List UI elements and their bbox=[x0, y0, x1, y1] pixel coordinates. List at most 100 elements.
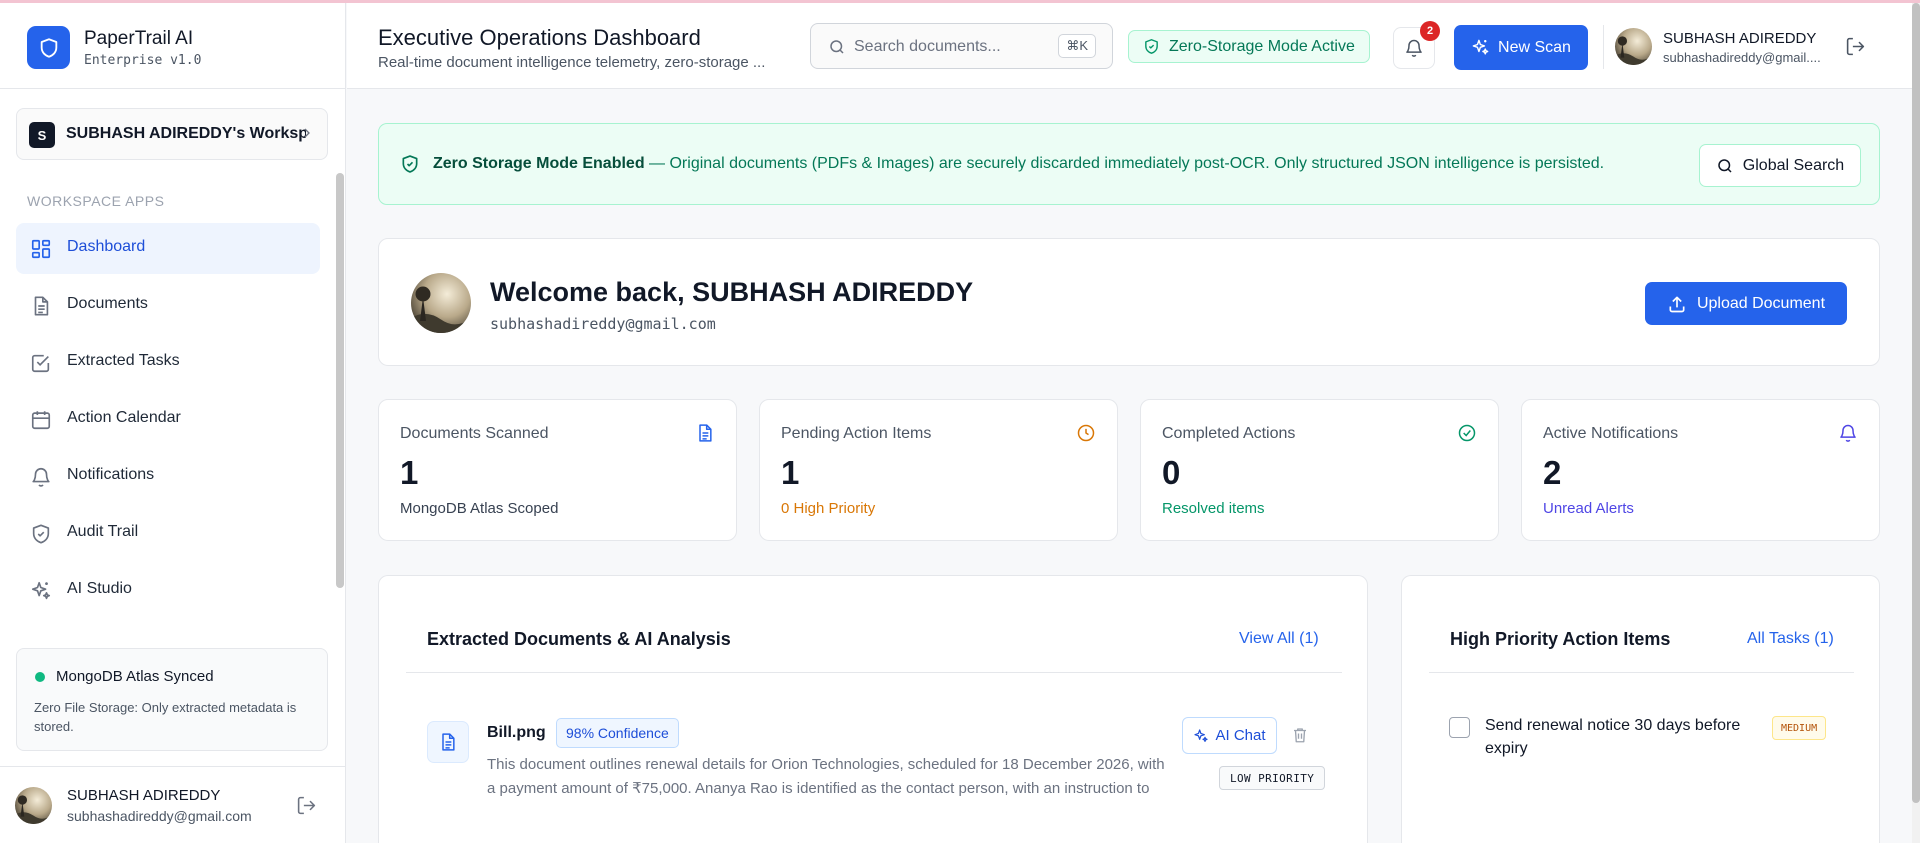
confidence-badge: 98% Confidence bbox=[556, 718, 679, 748]
page-title: Executive Operations Dashboard bbox=[378, 25, 701, 50]
stat-value: 1 bbox=[400, 454, 419, 491]
logout-icon[interactable] bbox=[296, 795, 317, 816]
section-label: WORKSPACE APPS bbox=[27, 193, 165, 209]
global-search-label: Global Search bbox=[1742, 156, 1845, 174]
document-icon bbox=[30, 295, 52, 317]
avatar[interactable] bbox=[15, 787, 52, 824]
priority-badge: MEDIUM bbox=[1772, 716, 1827, 740]
shield-check-icon bbox=[1143, 38, 1160, 55]
sparkles-icon bbox=[30, 580, 52, 602]
search-icon bbox=[1716, 157, 1734, 175]
keyboard-shortcut-hint: ⌘K bbox=[1058, 34, 1096, 58]
sidebar-item-notifications[interactable]: Notifications bbox=[16, 451, 320, 502]
stat-label: Active Notifications bbox=[1543, 425, 1679, 442]
stat-subtext: Unread Alerts bbox=[1543, 500, 1634, 517]
task-checkbox[interactable] bbox=[1449, 717, 1470, 738]
workspace-switcher[interactable]: S SUBHASH ADIREDDY's Workspace bbox=[16, 108, 328, 160]
sidebar-item-ai-studio[interactable]: AI Studio bbox=[16, 565, 320, 616]
bell-icon bbox=[1404, 38, 1424, 58]
sidebar-item-label: Extracted Tasks bbox=[67, 352, 180, 369]
page-scrollbar[interactable] bbox=[1912, 3, 1920, 803]
global-search-button[interactable]: Global Search bbox=[1699, 144, 1861, 187]
sidebar-item-dashboard[interactable]: Dashboard bbox=[16, 223, 320, 274]
stat-card-active-notifications: Active Notifications 2 Unread Alerts bbox=[1521, 399, 1880, 541]
sidebar-item-documents[interactable]: Documents bbox=[16, 280, 320, 331]
workspace-name: SUBHASH ADIREDDY's Workspace bbox=[66, 125, 306, 142]
logout-icon[interactable] bbox=[1845, 36, 1866, 57]
stat-card-documents-scanned: Documents Scanned 1 MongoDB Atlas Scoped bbox=[378, 399, 737, 541]
welcome-card: Welcome back, SUBHASH ADIREDDY subhashad… bbox=[378, 238, 1880, 366]
search-input[interactable] bbox=[854, 35, 1034, 59]
bell-icon bbox=[1838, 423, 1858, 443]
stat-subtext: 0 High Priority bbox=[781, 500, 876, 517]
task-text: Send renewal notice 30 days before expir… bbox=[1485, 717, 1741, 757]
zero-storage-badge-label: Zero-Storage Mode Active bbox=[1169, 37, 1355, 55]
stat-label: Documents Scanned bbox=[400, 425, 549, 442]
stat-card-completed-actions: Completed Actions 0 Resolved items bbox=[1140, 399, 1499, 541]
new-scan-label: New Scan bbox=[1498, 38, 1571, 56]
user-email: subhashadireddy@gmail.... bbox=[1663, 50, 1821, 65]
document-icon bbox=[695, 423, 715, 443]
sparkles-icon bbox=[1193, 728, 1209, 744]
brand-version: Enterprise v1.0 bbox=[84, 53, 202, 68]
sidebar-item-extracted-tasks[interactable]: Extracted Tasks bbox=[16, 337, 320, 388]
sync-status-card: MongoDB Atlas Synced Zero File Storage: … bbox=[16, 648, 328, 751]
stat-value: 0 bbox=[1162, 454, 1181, 491]
checkbox-icon bbox=[30, 352, 52, 374]
all-tasks-link[interactable]: All Tasks (1) bbox=[1747, 630, 1834, 648]
document-summary: This document outlines renewal details f… bbox=[487, 756, 1165, 797]
ai-chat-label: AI Chat bbox=[1215, 727, 1266, 744]
brand-header: PaperTrail AI Enterprise v1.0 bbox=[0, 3, 346, 89]
top-header: Executive Operations Dashboard Real-time… bbox=[347, 3, 1913, 89]
document-name[interactable]: Bill.png bbox=[487, 724, 546, 742]
sidebar-scrollbar[interactable] bbox=[336, 173, 344, 588]
new-scan-button[interactable]: New Scan bbox=[1454, 25, 1588, 70]
banner-description: — Original documents (PDFs & Images) are… bbox=[644, 155, 1605, 172]
dashboard-grid-icon bbox=[30, 238, 52, 260]
search-box[interactable]: ⌘K bbox=[810, 23, 1113, 69]
avatar bbox=[411, 273, 471, 333]
brand-name: PaperTrail AI bbox=[84, 28, 194, 49]
divider bbox=[1429, 672, 1854, 673]
zero-storage-banner: Zero Storage Mode Enabled — Original doc… bbox=[378, 123, 1880, 205]
stat-value: 1 bbox=[781, 454, 800, 491]
sidebar-item-label: AI Studio bbox=[67, 580, 132, 597]
avatar[interactable] bbox=[1615, 28, 1652, 65]
sidebar-item-audit-trail[interactable]: Audit Trail bbox=[16, 508, 320, 559]
sidebar-item-label: Audit Trail bbox=[67, 523, 139, 540]
bell-icon bbox=[30, 466, 52, 488]
notification-count-badge: 2 bbox=[1420, 21, 1440, 41]
shield-logo-icon[interactable] bbox=[27, 26, 70, 69]
sidebar: PaperTrail AI Enterprise v1.0 S SUBHASH … bbox=[0, 3, 346, 843]
page-subtitle: Real-time document intelligence telemetr… bbox=[378, 54, 766, 71]
divider bbox=[406, 672, 1342, 673]
search-icon bbox=[828, 38, 846, 56]
stat-card-pending-action-items: Pending Action Items 1 0 High Priority bbox=[759, 399, 1118, 541]
stat-label: Pending Action Items bbox=[781, 425, 932, 442]
calendar-icon bbox=[30, 409, 52, 431]
shield-check-icon bbox=[30, 523, 52, 545]
sidebar-item-action-calendar[interactable]: Action Calendar bbox=[16, 394, 320, 445]
divider bbox=[1603, 25, 1604, 69]
clock-icon bbox=[1076, 423, 1096, 443]
banner-title: Zero Storage Mode Enabled bbox=[433, 155, 645, 172]
tasks-panel: High Priority Action Items All Tasks (1)… bbox=[1401, 575, 1880, 843]
status-dot bbox=[35, 672, 45, 682]
sync-description: Zero File Storage: Only extracted metada… bbox=[34, 700, 297, 734]
priority-badge: LOW PRIORITY bbox=[1219, 766, 1326, 790]
user-name: SUBHASH ADIREDDY bbox=[1663, 30, 1817, 47]
sidebar-nav: Dashboard Documents Extracted Tasks Acti… bbox=[16, 223, 320, 622]
panel-title: Extracted Documents & AI Analysis bbox=[427, 629, 731, 649]
check-circle-icon bbox=[1457, 423, 1477, 443]
ai-chat-button[interactable]: AI Chat bbox=[1182, 717, 1277, 754]
view-all-link[interactable]: View All (1) bbox=[1239, 630, 1319, 648]
sidebar-item-label: Dashboard bbox=[67, 238, 146, 255]
welcome-title: Welcome back, SUBHASH ADIREDDY bbox=[490, 277, 974, 307]
user-email: subhashadireddy@gmail.com bbox=[67, 808, 252, 824]
sidebar-item-label: Action Calendar bbox=[67, 409, 181, 426]
zero-storage-badge: Zero-Storage Mode Active bbox=[1128, 30, 1370, 63]
upload-document-button[interactable]: Upload Document bbox=[1645, 282, 1847, 325]
trash-icon[interactable] bbox=[1291, 726, 1309, 744]
stat-subtext: MongoDB Atlas Scoped bbox=[400, 500, 559, 517]
sidebar-user: SUBHASH ADIREDDY subhashadireddy@gmail.c… bbox=[0, 766, 346, 843]
